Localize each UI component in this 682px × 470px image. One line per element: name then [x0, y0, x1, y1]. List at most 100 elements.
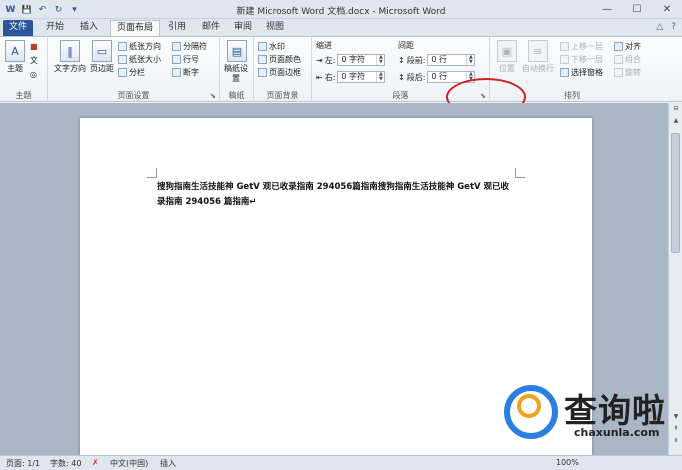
tab-page-layout[interactable]: 页面布局: [110, 20, 160, 36]
align-button[interactable]: 对齐: [614, 41, 641, 52]
line-numbers-icon: [172, 55, 181, 64]
theme-effects-button[interactable]: ◎: [30, 69, 37, 80]
status-words[interactable]: 字数: 40: [50, 458, 81, 469]
line-numbers-button[interactable]: 行号: [172, 54, 199, 65]
spacing-before-icon: ↕: [398, 55, 405, 65]
margins-button[interactable]: ▭ 页边距: [88, 40, 116, 74]
group-themes: A 主题 ■ 文 ◎ 主题: [0, 37, 48, 102]
orientation-button[interactable]: 纸张方向: [118, 41, 161, 52]
watermark-cn-text: 查询啦: [564, 391, 666, 430]
margin-corner-mark: [515, 168, 525, 178]
page-color-button[interactable]: 页面颜色: [258, 54, 301, 65]
themes-button[interactable]: A 主题: [3, 40, 27, 74]
rotate-button[interactable]: 旋转: [614, 67, 641, 78]
text-direction-icon: ‖: [60, 40, 80, 62]
help-icon[interactable]: ?: [671, 22, 676, 32]
tab-home[interactable]: 开始: [40, 20, 70, 36]
theme-colors-icon: ■: [30, 42, 38, 51]
columns-button[interactable]: 分栏: [118, 67, 145, 78]
spacing-before-input[interactable]: 0 行 ▲ ▼: [427, 54, 476, 66]
maximize-button[interactable]: ☐: [622, 0, 652, 19]
theme-fonts-button[interactable]: 文: [30, 55, 38, 66]
position-icon: ▣: [497, 40, 517, 62]
group-label-page-background: 页面背景: [266, 91, 299, 100]
theme-fonts-icon: 文: [30, 56, 38, 65]
selection-pane-icon: [560, 68, 569, 77]
send-backward-button[interactable]: 下移一层: [560, 54, 603, 65]
margin-corner-mark: [147, 168, 157, 178]
text-direction-button[interactable]: ‖ 文字方向: [54, 40, 86, 74]
bring-forward-icon: [560, 42, 569, 51]
proofing-icon[interactable]: ✗: [92, 458, 99, 467]
logo-q-icon: [517, 394, 541, 418]
page-setup-launcher-icon[interactable]: ⬊: [210, 92, 216, 100]
theme-effects-icon: ◎: [30, 70, 37, 79]
indent-left-icon: ⇥: [316, 55, 323, 65]
draft-paper-icon: ▤: [227, 40, 247, 62]
align-icon: [614, 42, 623, 51]
status-page[interactable]: 页面: 1/1: [6, 458, 40, 469]
spinner-arrows-icon[interactable]: ▲ ▼: [376, 55, 384, 65]
tab-references[interactable]: 引用: [162, 20, 192, 36]
send-backward-icon: [560, 55, 569, 64]
close-button[interactable]: ✕: [652, 0, 682, 19]
size-button[interactable]: 纸张大小: [118, 54, 161, 65]
wrap-text-icon: ≡: [528, 40, 548, 62]
draft-paper-button[interactable]: ▤ 稿纸设置: [224, 40, 250, 84]
indent-title: 缩进: [316, 41, 332, 50]
breaks-button[interactable]: 分隔符: [172, 41, 207, 52]
document-body-text[interactable]: 搜狗指南生活技能神 GetV 观已收录指南 294056篇指南搜狗指南生活技能神…: [157, 180, 517, 210]
paper-size-icon: [118, 55, 127, 64]
group-draft-paper: ▤ 稿纸设置 稿纸: [220, 37, 254, 102]
spacing-after-icon: ↕: [398, 72, 405, 82]
selection-pane-button[interactable]: 选择窗格: [560, 67, 603, 78]
group-label-themes: 主题: [15, 91, 32, 100]
status-bar: 页面: 1/1 字数: 40 ✗ 中文(中国) 插入 100%: [0, 455, 682, 470]
hyphenation-button[interactable]: 断字: [172, 67, 199, 78]
tab-view[interactable]: 视图: [260, 20, 290, 36]
indent-left-input[interactable]: 0 字符 ▲ ▼: [337, 54, 386, 66]
position-button[interactable]: ▣ 位置: [494, 40, 520, 74]
indent-left-row: ⇥ 左: 0 字符 ▲ ▼: [316, 54, 386, 66]
group-label-draft-paper: 稿纸: [228, 91, 245, 100]
theme-colors-button[interactable]: ■: [30, 41, 38, 52]
wrap-text-button[interactable]: ≡ 自动换行: [520, 40, 556, 74]
tab-insert[interactable]: 插入: [74, 20, 104, 36]
watermark-icon: [258, 42, 267, 51]
tab-mailings[interactable]: 邮件: [196, 20, 226, 36]
ribbon: A 主题 ■ 文 ◎ 主题 ‖ 文字方向 ▭ 页边距 纸张方向 纸张大小 分栏 …: [0, 36, 682, 102]
group-label-page-setup: 页面设置: [117, 91, 150, 100]
minimize-ribbon-icon[interactable]: △: [656, 22, 663, 32]
tab-file[interactable]: 文件: [3, 20, 33, 36]
status-language[interactable]: 中文(中国): [110, 458, 148, 469]
orientation-icon: [118, 42, 127, 51]
status-insert-mode[interactable]: 插入: [160, 458, 176, 469]
minimize-button[interactable]: —: [592, 0, 622, 19]
scrollbar-thumb[interactable]: [671, 133, 680, 253]
columns-icon: [118, 68, 127, 77]
title-bar: W 💾 ↶ ↻ ▾ 新建 Microsoft Word 文档.docx - Mi…: [0, 0, 682, 19]
hyphenation-icon: [172, 68, 181, 77]
margins-icon: ▭: [92, 40, 112, 62]
spinner-arrows-icon[interactable]: ▲ ▼: [376, 72, 384, 82]
tab-review[interactable]: 审阅: [228, 20, 258, 36]
watermark-url-text: chaxunla.com: [574, 426, 660, 439]
ruler-toggle-icon[interactable]: ⊟: [670, 105, 682, 115]
page-borders-icon: [258, 68, 267, 77]
themes-icon: A: [5, 40, 25, 62]
group-page-background: 水印 页面颜色 页面边框 页面背景: [254, 37, 312, 102]
indent-right-row: ⇤ 右: 0 字符 ▲ ▼: [316, 71, 386, 83]
bring-forward-button[interactable]: 上移一层: [560, 41, 603, 52]
page-color-icon: [258, 55, 267, 64]
breaks-icon: [172, 42, 181, 51]
page-borders-button[interactable]: 页面边框: [258, 67, 301, 78]
scroll-up-icon[interactable]: ▲: [670, 117, 682, 127]
indent-right-input[interactable]: 0 字符 ▲ ▼: [337, 71, 386, 83]
watermark-button[interactable]: 水印: [258, 41, 285, 52]
spacing-title: 间距: [398, 41, 414, 50]
indent-right-icon: ⇤: [316, 72, 323, 82]
group-objects-button[interactable]: 组合: [614, 54, 641, 65]
status-zoom[interactable]: 100%: [556, 458, 579, 467]
group-page-setup: ‖ 文字方向 ▭ 页边距 纸张方向 纸张大小 分栏 分隔符 行号 断字 页面设置…: [48, 37, 220, 102]
spinner-arrows-icon[interactable]: ▲ ▼: [466, 55, 474, 65]
